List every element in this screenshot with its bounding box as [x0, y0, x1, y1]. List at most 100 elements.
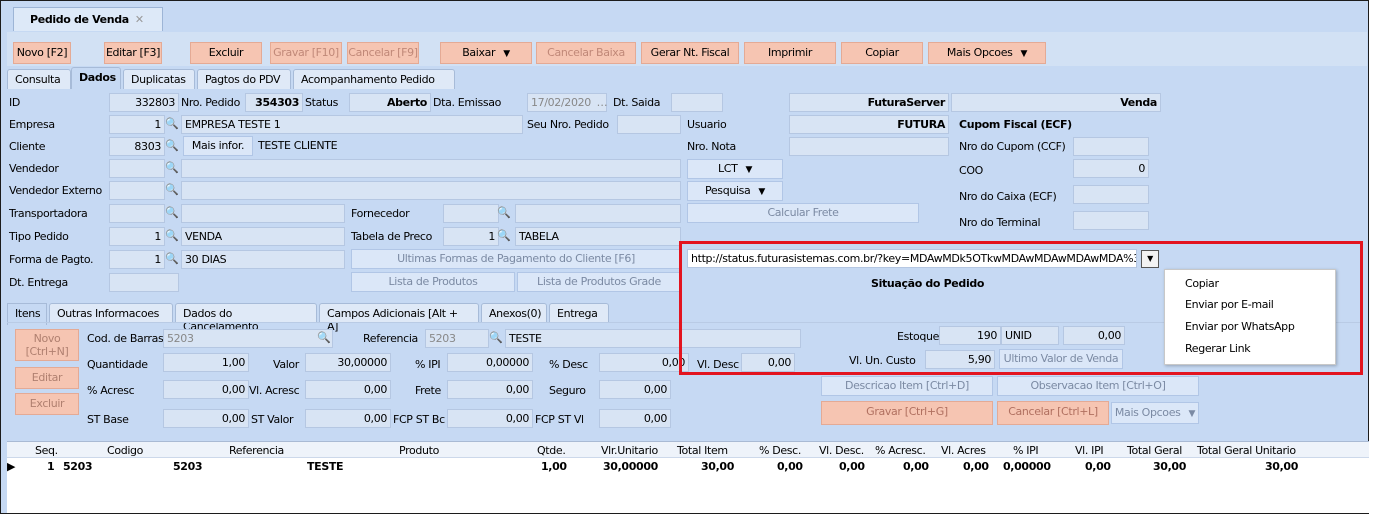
- tab-duplicatas[interactable]: Duplicatas: [123, 69, 195, 89]
- item-gravar-button[interactable]: Gravar [Ctrl+G]: [821, 401, 993, 425]
- search-icon[interactable]: 🔍: [165, 139, 179, 153]
- tab-pagtos-pdv[interactable]: Pagtos do PDV: [197, 69, 291, 89]
- calendar-icon[interactable]: …: [595, 96, 609, 110]
- excluir-button[interactable]: Excluir: [190, 42, 262, 64]
- desc-field[interactable]: 0,00: [599, 353, 689, 372]
- mais-infor-button[interactable]: Mais infor.: [183, 136, 253, 156]
- editar-button[interactable]: Editar [F3]: [104, 42, 162, 64]
- vendedor-code-field[interactable]: [109, 159, 165, 178]
- vendedor-externo-code-field[interactable]: [109, 181, 165, 200]
- subtab-campos[interactable]: Campos Adicionais [Alt + A]: [319, 303, 479, 333]
- col-header[interactable]: Total Geral Unitario: [1197, 444, 1296, 457]
- subtab-entrega[interactable]: Entrega: [549, 303, 609, 323]
- item-mais-opcoes-button[interactable]: Mais Opcoes ▼: [1111, 402, 1199, 424]
- cod-barras-field[interactable]: 5203: [163, 329, 333, 348]
- col-header[interactable]: Codigo: [107, 444, 143, 457]
- quantidade-label: Quantidade: [87, 358, 148, 371]
- tab-consulta[interactable]: Consulta: [7, 69, 71, 89]
- fornecedor-label: Fornecedor: [351, 207, 410, 220]
- search-icon[interactable]: 🔍: [165, 117, 179, 131]
- gerar-nf-button[interactable]: Gerar Nt. Fiscal: [641, 42, 739, 64]
- nro-nota-field: [789, 137, 949, 156]
- col-header[interactable]: Referencia: [229, 444, 284, 457]
- baixar-button[interactable]: Baixar ▼: [440, 42, 532, 64]
- menu-item-enviar-whatsapp[interactable]: Enviar por WhatsApp: [1185, 318, 1295, 336]
- col-header[interactable]: Total Geral: [1127, 444, 1182, 457]
- search-icon[interactable]: 🔍: [165, 206, 179, 220]
- vl-acresc-field[interactable]: 0,00: [305, 380, 391, 399]
- forma-pagto-code-field[interactable]: 1: [109, 250, 165, 269]
- mais-opcoes-button[interactable]: Mais Opcoes ▼: [928, 42, 1046, 64]
- search-icon[interactable]: 🔍: [165, 229, 179, 243]
- pesquisa-dropdown[interactable]: Pesquisa ▼: [687, 181, 783, 201]
- transportadora-code-field[interactable]: [109, 204, 165, 223]
- acresc-field[interactable]: 0,00: [163, 380, 249, 399]
- nro-caixa-label: Nro do Caixa (ECF): [959, 190, 1057, 203]
- cliente-code-field[interactable]: 8303: [109, 137, 165, 156]
- search-icon[interactable]: 🔍: [489, 331, 503, 345]
- search-icon[interactable]: 🔍: [165, 252, 179, 266]
- lista-produtos-button[interactable]: Lista de Produtos: [351, 272, 515, 292]
- item-editar-button[interactable]: Editar: [15, 367, 79, 389]
- search-icon[interactable]: 🔍: [497, 229, 511, 243]
- ipi-field[interactable]: 0,00000: [447, 353, 533, 372]
- item-excluir-button[interactable]: Excluir: [15, 393, 79, 415]
- item-cancelar-button[interactable]: Cancelar [Ctrl+L]: [997, 401, 1109, 425]
- col-header[interactable]: Vl. IPI: [1075, 444, 1104, 457]
- col-header[interactable]: Produto: [399, 444, 439, 457]
- search-icon[interactable]: 🔍: [165, 161, 179, 175]
- copiar-button[interactable]: Copiar: [841, 42, 923, 64]
- col-header[interactable]: Total Item: [677, 444, 728, 457]
- search-icon[interactable]: 🔍: [497, 206, 511, 220]
- subtab-outras[interactable]: Outras Informacoes: [49, 303, 173, 323]
- col-header[interactable]: % IPI: [1013, 444, 1039, 457]
- cancelar-button[interactable]: Cancelar [F9]: [347, 42, 419, 64]
- dt-entrega-field[interactable]: [109, 273, 179, 292]
- col-header[interactable]: % Acresc.: [875, 444, 926, 457]
- order-window: Pedido de Venda ✕ Novo [F2] Editar [F3] E…: [0, 0, 1369, 514]
- col-header[interactable]: Seq.: [35, 444, 58, 457]
- ultimas-formas-button[interactable]: Ultimas Formas de Pagamento do Cliente […: [351, 249, 681, 269]
- col-header[interactable]: Vl. Desc.: [819, 444, 864, 457]
- observacao-item-button[interactable]: Observacao Item [Ctrl+O]: [997, 376, 1199, 396]
- subtab-anexos[interactable]: Anexos(0): [481, 303, 547, 323]
- st-base-label: ST Base: [87, 413, 129, 426]
- col-header[interactable]: Qtde.: [537, 444, 566, 457]
- menu-item-enviar-email[interactable]: Enviar por E-mail: [1185, 296, 1274, 314]
- fornecedor-code-field[interactable]: [443, 204, 499, 223]
- tipo-pedido-code-field[interactable]: 1: [109, 227, 165, 246]
- quantidade-field[interactable]: 1,00: [163, 353, 249, 372]
- close-icon[interactable]: ✕: [135, 13, 144, 26]
- col-header[interactable]: % Desc.: [759, 444, 801, 457]
- col-header[interactable]: Vl. Acres: [941, 444, 986, 457]
- descricao-item-button[interactable]: Descricao Item [Ctrl+D]: [821, 376, 993, 396]
- search-icon[interactable]: 🔍: [317, 331, 331, 345]
- calcular-frete-button[interactable]: Calcular Frete: [687, 203, 919, 223]
- cancelar-baixa-button[interactable]: Cancelar Baixa: [536, 42, 636, 64]
- tab-acompanhamento[interactable]: Acompanhamento Pedido: [293, 69, 455, 89]
- seguro-field[interactable]: 0,00: [599, 380, 671, 399]
- gravar-button[interactable]: Gravar [F10]: [270, 42, 342, 64]
- lista-produtos-grade-button[interactable]: Lista de Produtos Grade: [517, 272, 681, 292]
- col-header[interactable]: Vlr.Unitario: [601, 444, 658, 457]
- frete-field[interactable]: 0,00: [447, 380, 533, 399]
- tabela-preco-code-field[interactable]: 1: [443, 227, 499, 246]
- item-novo-label: Novo: [33, 332, 61, 345]
- valor-field[interactable]: 30,00000: [305, 353, 391, 372]
- subtab-cancelamento[interactable]: Dados do Cancelamento: [175, 303, 317, 333]
- menu-item-regerar-link[interactable]: Regerar Link: [1185, 340, 1251, 358]
- referencia-field[interactable]: 5203: [425, 329, 489, 348]
- pesquisa-label: Pesquisa: [705, 184, 751, 197]
- tab-dados[interactable]: Dados: [71, 67, 121, 89]
- search-icon[interactable]: 🔍: [165, 183, 179, 197]
- imprimir-button[interactable]: Imprimir: [744, 42, 836, 64]
- lct-dropdown[interactable]: LCT ▼: [687, 159, 783, 179]
- item-novo-button[interactable]: Novo [Ctrl+N]: [15, 329, 79, 361]
- novo-button[interactable]: Novo [F2]: [13, 42, 71, 64]
- dt-saida-field[interactable]: [671, 93, 723, 112]
- nro-nota-label: Nro. Nota: [687, 140, 736, 153]
- empresa-code-field[interactable]: 1: [109, 115, 165, 134]
- seu-nro-field[interactable]: [617, 115, 681, 134]
- document-tab[interactable]: Pedido de Venda ✕: [13, 7, 163, 31]
- menu-item-copiar[interactable]: Copiar: [1185, 275, 1219, 293]
